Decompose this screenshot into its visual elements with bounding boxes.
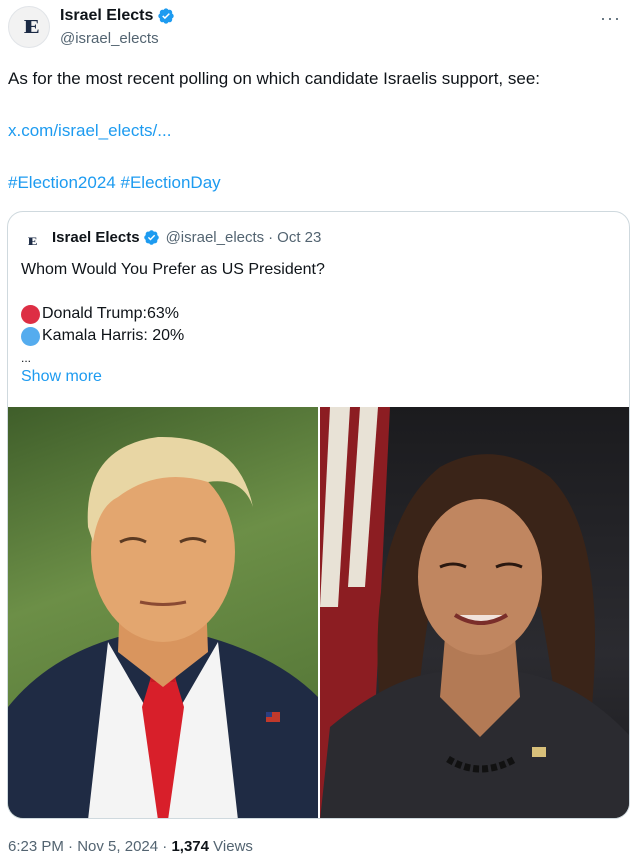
- author-handle[interactable]: @israel_elects: [60, 30, 159, 47]
- poll-result-label: Kamala Harris: 20%: [42, 327, 185, 344]
- quoted-date: Oct 23: [277, 229, 322, 246]
- more-options-icon[interactable]: ···: [600, 8, 621, 29]
- show-more-link[interactable]: Show more: [21, 368, 102, 386]
- quoted-verified-badge-icon: [143, 230, 159, 245]
- photo-grid: [8, 407, 629, 818]
- tweet-footer: 6:23 PM · Nov 5, 2024 · 1,374 Views: [8, 838, 253, 855]
- harris-portrait-image: [320, 407, 629, 818]
- poll-result-harris: Kamala Harris: 20%: [21, 325, 611, 347]
- poll-result-label: Donald Trump:63%: [42, 305, 179, 322]
- avatar-logo: IE: [23, 15, 39, 38]
- quoted-separator: ·: [268, 229, 274, 246]
- quoted-author-avatar: IE: [21, 231, 41, 251]
- quoted-avatar-logo: IE: [27, 233, 38, 248]
- photo-harris[interactable]: [320, 407, 629, 818]
- author-avatar[interactable]: IE: [8, 6, 50, 48]
- photo-trump[interactable]: [8, 407, 318, 818]
- post-time[interactable]: 6:23 PM: [8, 838, 64, 855]
- quoted-author-row: Israel Elects @israel_elects · Oct 23: [52, 229, 321, 246]
- hashtag-electionday[interactable]: #ElectionDay: [121, 173, 221, 192]
- trump-portrait-image: [8, 436, 318, 818]
- tweet-text: As for the most recent polling on which …: [8, 69, 541, 88]
- hashtag-election2024[interactable]: #Election2024: [8, 173, 116, 192]
- tweet-header: IE Israel Elects @israel_elects ···: [0, 0, 635, 60]
- hashtags: #Election2024 #ElectionDay: [8, 173, 221, 193]
- quoted-display-name: Israel Elects: [52, 229, 140, 246]
- quoted-handle: @israel_elects: [165, 229, 265, 246]
- ellipsis: ...: [21, 351, 32, 365]
- red-circle-icon: [21, 304, 40, 324]
- views-label: Views: [213, 838, 253, 855]
- poll-result-trump: Donald Trump:63%: [21, 303, 611, 325]
- quoted-body: Whom Would You Prefer as US President? D…: [21, 259, 611, 369]
- post-date[interactable]: Nov 5, 2024: [77, 838, 158, 855]
- poll-question: Whom Would You Prefer as US President?: [21, 261, 325, 278]
- author-name-row: Israel Elects: [60, 7, 175, 25]
- quoted-tweet[interactable]: IE Israel Elects @israel_elects · Oct 23…: [7, 211, 630, 819]
- blue-circle-icon: [21, 326, 40, 346]
- author-display-name[interactable]: Israel Elects: [60, 7, 153, 25]
- verified-badge-icon: [158, 8, 175, 24]
- tweet-link[interactable]: x.com/israel_elects/...: [8, 121, 171, 141]
- footer-separator: ·: [68, 838, 78, 855]
- views-count: 1,374: [171, 838, 209, 855]
